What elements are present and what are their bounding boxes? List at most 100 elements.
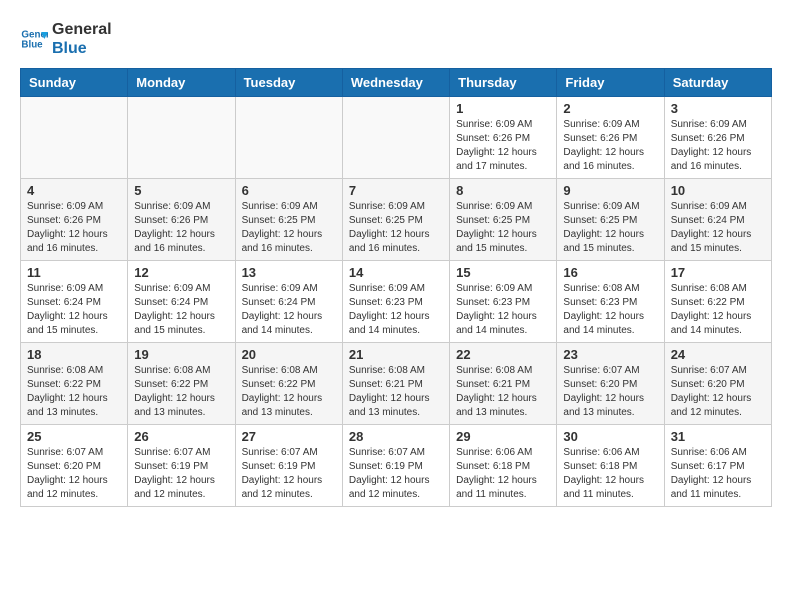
calendar-cell	[21, 97, 128, 179]
day-info: Sunrise: 6:09 AM Sunset: 6:26 PM Dayligh…	[27, 200, 121, 256]
day-info: Sunrise: 6:08 AM Sunset: 6:21 PM Dayligh…	[456, 364, 550, 420]
calendar-cell: 10Sunrise: 6:09 AM Sunset: 6:24 PM Dayli…	[664, 179, 771, 261]
day-info: Sunrise: 6:09 AM Sunset: 6:26 PM Dayligh…	[456, 118, 550, 174]
day-number: 6	[242, 183, 336, 198]
calendar-cell	[128, 97, 235, 179]
day-info: Sunrise: 6:08 AM Sunset: 6:23 PM Dayligh…	[563, 282, 657, 338]
weekday-header-tuesday: Tuesday	[235, 69, 342, 97]
day-info: Sunrise: 6:09 AM Sunset: 6:25 PM Dayligh…	[456, 200, 550, 256]
calendar-cell: 16 Sunrise: 6:08 AM Sunset: 6:23 PM Dayli…	[557, 261, 664, 343]
logo-general: General	[52, 20, 112, 39]
day-number: 3	[671, 101, 765, 116]
calendar-week-row: 4 Sunrise: 6:09 AM Sunset: 6:26 PM Daylig…	[21, 179, 772, 261]
day-number: 18	[27, 347, 121, 362]
calendar-cell	[342, 97, 449, 179]
calendar-cell: 28Sunrise: 6:07 AM Sunset: 6:19 PM Dayli…	[342, 425, 449, 507]
calendar-cell: 30 Sunrise: 6:06 AM Sunset: 6:18 PM Dayli…	[557, 425, 664, 507]
calendar-cell: 14Sunrise: 6:09 AM Sunset: 6:23 PM Dayli…	[342, 261, 449, 343]
day-number: 5	[134, 183, 228, 198]
day-info: Sunrise: 6:08 AM Sunset: 6:22 PM Dayligh…	[134, 364, 228, 420]
day-number: 11	[27, 265, 121, 280]
day-number: 24	[671, 347, 765, 362]
day-info: Sunrise: 6:06 AM Sunset: 6:18 PM Dayligh…	[563, 446, 657, 502]
calendar-cell: 23 Sunrise: 6:07 AM Sunset: 6:20 PM Dayli…	[557, 343, 664, 425]
calendar-cell: 4 Sunrise: 6:09 AM Sunset: 6:26 PM Daylig…	[21, 179, 128, 261]
calendar-week-row: 25Sunrise: 6:07 AM Sunset: 6:20 PM Dayli…	[21, 425, 772, 507]
calendar-cell	[235, 97, 342, 179]
day-number: 20	[242, 347, 336, 362]
day-info: Sunrise: 6:09 AM Sunset: 6:25 PM Dayligh…	[242, 200, 336, 256]
day-info: Sunrise: 6:08 AM Sunset: 6:22 PM Dayligh…	[242, 364, 336, 420]
day-number: 12	[134, 265, 228, 280]
calendar-cell: 29Sunrise: 6:06 AM Sunset: 6:18 PM Dayli…	[450, 425, 557, 507]
calendar-cell: 8 Sunrise: 6:09 AM Sunset: 6:25 PM Daylig…	[450, 179, 557, 261]
day-info: Sunrise: 6:09 AM Sunset: 6:25 PM Dayligh…	[563, 200, 657, 256]
calendar-cell: 9 Sunrise: 6:09 AM Sunset: 6:25 PM Daylig…	[557, 179, 664, 261]
day-info: Sunrise: 6:08 AM Sunset: 6:21 PM Dayligh…	[349, 364, 443, 420]
weekday-header-monday: Monday	[128, 69, 235, 97]
calendar-cell: 24 Sunrise: 6:07 AM Sunset: 6:20 PM Dayli…	[664, 343, 771, 425]
calendar-cell: 22 Sunrise: 6:08 AM Sunset: 6:21 PM Dayli…	[450, 343, 557, 425]
logo: General Blue General Blue	[20, 20, 112, 58]
day-info: Sunrise: 6:08 AM Sunset: 6:22 PM Dayligh…	[27, 364, 121, 420]
day-info: Sunrise: 6:07 AM Sunset: 6:19 PM Dayligh…	[134, 446, 228, 502]
calendar-table: SundayMondayTuesdayWednesdayThursdayFrid…	[20, 68, 772, 507]
calendar-cell: 7 Sunrise: 6:09 AM Sunset: 6:25 PM Daylig…	[342, 179, 449, 261]
day-info: Sunrise: 6:09 AM Sunset: 6:24 PM Dayligh…	[671, 200, 765, 256]
calendar-cell: 2Sunrise: 6:09 AM Sunset: 6:26 PM Daylig…	[557, 97, 664, 179]
day-info: Sunrise: 6:09 AM Sunset: 6:25 PM Dayligh…	[349, 200, 443, 256]
weekday-header-sunday: Sunday	[21, 69, 128, 97]
day-number: 30	[563, 429, 657, 444]
day-number: 17	[671, 265, 765, 280]
day-info: Sunrise: 6:07 AM Sunset: 6:19 PM Dayligh…	[242, 446, 336, 502]
day-number: 16	[563, 265, 657, 280]
weekday-header-thursday: Thursday	[450, 69, 557, 97]
weekday-header-wednesday: Wednesday	[342, 69, 449, 97]
day-info: Sunrise: 6:09 AM Sunset: 6:23 PM Dayligh…	[456, 282, 550, 338]
calendar-week-row: 18 Sunrise: 6:08 AM Sunset: 6:22 PM Dayli…	[21, 343, 772, 425]
day-info: Sunrise: 6:09 AM Sunset: 6:26 PM Dayligh…	[134, 200, 228, 256]
page-header: General Blue General Blue	[20, 20, 772, 58]
calendar-cell: 5 Sunrise: 6:09 AM Sunset: 6:26 PM Daylig…	[128, 179, 235, 261]
day-info: Sunrise: 6:07 AM Sunset: 6:20 PM Dayligh…	[671, 364, 765, 420]
svg-text:Blue: Blue	[21, 40, 43, 51]
day-number: 27	[242, 429, 336, 444]
calendar-cell: 20 Sunrise: 6:08 AM Sunset: 6:22 PM Dayli…	[235, 343, 342, 425]
day-number: 25	[27, 429, 121, 444]
calendar-cell: 25Sunrise: 6:07 AM Sunset: 6:20 PM Dayli…	[21, 425, 128, 507]
day-info: Sunrise: 6:09 AM Sunset: 6:24 PM Dayligh…	[134, 282, 228, 338]
calendar-cell: 3 Sunrise: 6:09 AM Sunset: 6:26 PM Daylig…	[664, 97, 771, 179]
calendar-cell: 18 Sunrise: 6:08 AM Sunset: 6:22 PM Dayli…	[21, 343, 128, 425]
day-number: 1	[456, 101, 550, 116]
calendar-cell: 12 Sunrise: 6:09 AM Sunset: 6:24 PM Dayli…	[128, 261, 235, 343]
calendar-week-row: 11 Sunrise: 6:09 AM Sunset: 6:24 PM Dayli…	[21, 261, 772, 343]
calendar-cell: 13Sunrise: 6:09 AM Sunset: 6:24 PM Dayli…	[235, 261, 342, 343]
day-info: Sunrise: 6:08 AM Sunset: 6:22 PM Dayligh…	[671, 282, 765, 338]
day-number: 15	[456, 265, 550, 280]
calendar-header-row: SundayMondayTuesdayWednesdayThursdayFrid…	[21, 69, 772, 97]
day-number: 9	[563, 183, 657, 198]
day-info: Sunrise: 6:07 AM Sunset: 6:20 PM Dayligh…	[563, 364, 657, 420]
day-number: 14	[349, 265, 443, 280]
weekday-header-saturday: Saturday	[664, 69, 771, 97]
weekday-header-friday: Friday	[557, 69, 664, 97]
day-number: 4	[27, 183, 121, 198]
day-number: 19	[134, 347, 228, 362]
day-info: Sunrise: 6:09 AM Sunset: 6:26 PM Dayligh…	[563, 118, 657, 174]
day-info: Sunrise: 6:09 AM Sunset: 6:24 PM Dayligh…	[27, 282, 121, 338]
day-info: Sunrise: 6:09 AM Sunset: 6:24 PM Dayligh…	[242, 282, 336, 338]
calendar-cell: 31Sunrise: 6:06 AM Sunset: 6:17 PM Dayli…	[664, 425, 771, 507]
calendar-week-row: 1 Sunrise: 6:09 AM Sunset: 6:26 PM Daylig…	[21, 97, 772, 179]
logo-icon: General Blue	[20, 25, 48, 53]
day-info: Sunrise: 6:07 AM Sunset: 6:19 PM Dayligh…	[349, 446, 443, 502]
calendar-cell: 11 Sunrise: 6:09 AM Sunset: 6:24 PM Dayli…	[21, 261, 128, 343]
day-number: 23	[563, 347, 657, 362]
day-number: 8	[456, 183, 550, 198]
calendar-cell: 19 Sunrise: 6:08 AM Sunset: 6:22 PM Dayli…	[128, 343, 235, 425]
day-number: 22	[456, 347, 550, 362]
day-info: Sunrise: 6:09 AM Sunset: 6:26 PM Dayligh…	[671, 118, 765, 174]
day-number: 7	[349, 183, 443, 198]
day-number: 21	[349, 347, 443, 362]
day-info: Sunrise: 6:06 AM Sunset: 6:18 PM Dayligh…	[456, 446, 550, 502]
calendar-cell: 1 Sunrise: 6:09 AM Sunset: 6:26 PM Daylig…	[450, 97, 557, 179]
